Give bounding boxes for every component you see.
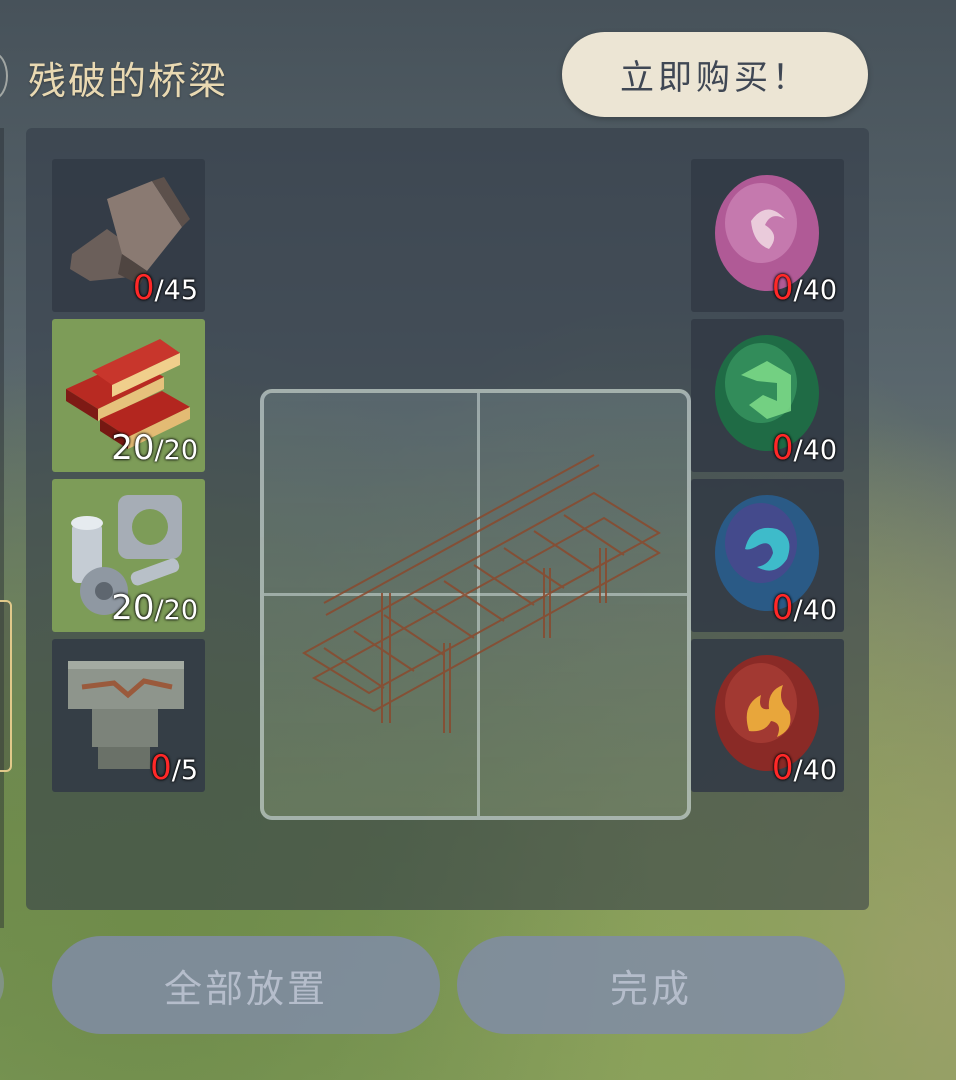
material-slot-wood[interactable]: 20/20 [52,319,205,472]
material-count: 20/20 [111,428,198,468]
bridge-preview-frame [260,389,691,820]
material-count: 0/5 [150,748,198,788]
side-nav-ring[interactable] [0,52,8,100]
material-slot-metal[interactable]: 20/20 [52,479,205,632]
material-count: 0/40 [771,428,837,468]
material-count: 20/20 [111,588,198,628]
material-slot-stone[interactable]: 0/45 [52,159,205,312]
material-slot-pyro[interactable]: 0/40 [691,639,844,792]
material-count: 0/40 [771,748,837,788]
material-count: 0/40 [771,588,837,628]
side-nav-round-button[interactable] [0,960,4,1006]
material-slot-anemo[interactable]: 0/40 [691,159,844,312]
broken-bridge-sketch [302,454,661,733]
material-slot-carved-stone[interactable]: 0/5 [52,639,205,792]
material-count: 0/45 [132,268,198,308]
side-nav-strip [0,128,4,928]
side-nav-selected-tab[interactable] [0,600,12,772]
material-slot-hydro[interactable]: 0/40 [691,479,844,632]
page-title: 残破的桥梁 [28,59,229,103]
material-count: 0/40 [771,268,837,308]
place-all-button[interactable]: 全部放置 [52,936,440,1034]
material-slot-dendro[interactable]: 0/40 [691,319,844,472]
buy-now-button[interactable]: 立即购买！ [562,32,868,117]
complete-button[interactable]: 完成 [457,936,845,1034]
repair-panel: 0/45 20/20 20/20 0/5 0/40 0/40 0/40 0/40 [26,128,869,910]
